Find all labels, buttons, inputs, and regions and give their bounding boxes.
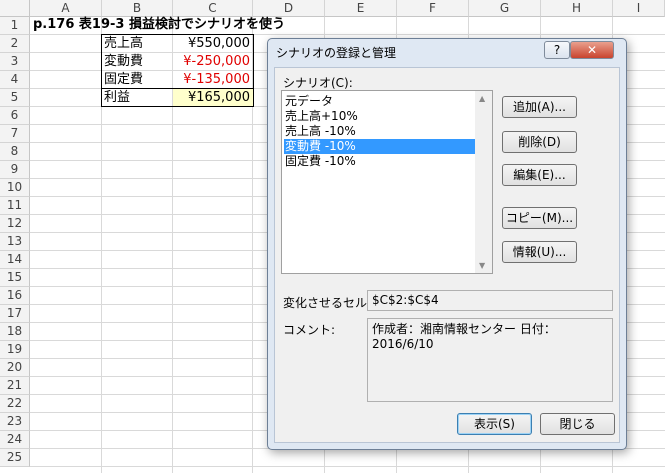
row-header[interactable]: 10 [0, 179, 30, 197]
grid-line [30, 466, 665, 467]
row-header[interactable]: 9 [0, 161, 30, 179]
show-button[interactable]: 表示(S) [457, 413, 532, 435]
row-header[interactable]: 11 [0, 197, 30, 215]
scenario-item[interactable]: 元データ [284, 94, 475, 109]
scenario-list-label: シナリオ(C): [283, 76, 353, 90]
value-sales-cell[interactable]: ¥550,000 [173, 35, 253, 53]
row-header[interactable]: 7 [0, 125, 30, 143]
row-header[interactable]: 16 [0, 287, 30, 305]
comment-label: コメント: [283, 323, 336, 337]
row-header[interactable]: 5 [0, 89, 30, 107]
column-header-g[interactable]: G [469, 0, 541, 17]
row-header[interactable]: 25 [0, 449, 30, 467]
scenario-list[interactable]: 元データ 売上高+10% 売上高 -10% 変動費 -10% 固定費 -10% … [281, 90, 493, 274]
scenario-item-selected[interactable]: 変動費 -10% [284, 139, 475, 154]
row-header[interactable]: 13 [0, 233, 30, 251]
dialog-title: シナリオの登録と管理 [276, 46, 397, 60]
scroll-up-icon[interactable]: ▲ [479, 94, 485, 103]
row-header[interactable]: 18 [0, 323, 30, 341]
changing-cells-field: $C$2:$C$4 [367, 290, 613, 311]
copy-button[interactable]: コピー(M)... [502, 207, 577, 229]
row-header[interactable]: 4 [0, 71, 30, 89]
column-header-f[interactable]: F [397, 0, 469, 17]
row-header[interactable]: 6 [0, 107, 30, 125]
value-variable-cost-cell[interactable]: ¥-250,000 [173, 53, 253, 71]
label-fixed-cost-cell[interactable]: 固定費 [104, 71, 143, 89]
row-header[interactable]: 23 [0, 413, 30, 431]
grid-line [101, 17, 102, 473]
row-header[interactable]: 2 [0, 35, 30, 53]
value-fixed-cost-cell[interactable]: ¥-135,000 [173, 71, 253, 89]
scenario-item[interactable]: 売上高 -10% [284, 124, 475, 139]
column-header-i[interactable]: I [613, 0, 665, 17]
scenario-item[interactable]: 売上高+10% [284, 109, 475, 124]
select-all-corner[interactable] [0, 0, 30, 17]
dialog-body: シナリオ(C): 元データ 売上高+10% 売上高 -10% 変動費 -10% … [274, 67, 620, 443]
row-header[interactable]: 24 [0, 431, 30, 449]
help-button[interactable]: ? [544, 41, 570, 59]
row-header[interactable]: 22 [0, 395, 30, 413]
dialog-titlebar[interactable]: シナリオの登録と管理 ? ✕ [268, 39, 626, 65]
row-header[interactable]: 8 [0, 143, 30, 161]
label-profit-cell[interactable]: 利益 [104, 89, 130, 107]
column-header-d[interactable]: D [253, 0, 325, 17]
label-sales-cell[interactable]: 売上高 [104, 35, 143, 53]
scenario-item[interactable]: 固定費 -10% [284, 154, 475, 169]
column-header-h[interactable]: H [541, 0, 613, 17]
close-dialog-button[interactable]: 閉じる [540, 413, 615, 435]
row-header[interactable]: 3 [0, 53, 30, 71]
row-header[interactable]: 15 [0, 269, 30, 287]
edit-button[interactable]: 編集(E)... [502, 164, 577, 186]
row-header[interactable]: 14 [0, 251, 30, 269]
row-header[interactable]: 17 [0, 305, 30, 323]
info-button[interactable]: 情報(U)... [502, 241, 577, 263]
scenario-manager-dialog: シナリオの登録と管理 ? ✕ シナリオ(C): 元データ 売上高+10% 売上高… [267, 38, 627, 450]
delete-button[interactable]: 削除(D) [502, 131, 577, 153]
value-profit-cell[interactable]: ¥165,000 [173, 89, 253, 107]
row-header[interactable]: 1 [0, 17, 30, 35]
sheet-title-cell[interactable]: p.176 表19-3 損益検討でシナリオを使う [33, 16, 285, 34]
scroll-down-icon[interactable]: ▼ [479, 261, 485, 270]
row-header[interactable]: 12 [0, 215, 30, 233]
column-header-c[interactable]: C [173, 0, 253, 17]
row-header[interactable]: 19 [0, 341, 30, 359]
row-header[interactable]: 20 [0, 359, 30, 377]
list-scrollbar[interactable]: ▲ ▼ [475, 91, 492, 273]
label-variable-cost-cell[interactable]: 変動費 [104, 53, 143, 71]
column-header-e[interactable]: E [325, 0, 397, 17]
add-button[interactable]: 追加(A)... [502, 96, 577, 118]
column-header-b[interactable]: B [102, 0, 173, 17]
comment-field: 作成者：湘南情報センター 日付：2016/6/10 [367, 318, 613, 402]
changing-cells-label: 変化させるセル: [283, 296, 372, 310]
close-icon[interactable]: ✕ [570, 41, 614, 59]
column-header-a[interactable]: A [30, 0, 102, 17]
row-header[interactable]: 21 [0, 377, 30, 395]
